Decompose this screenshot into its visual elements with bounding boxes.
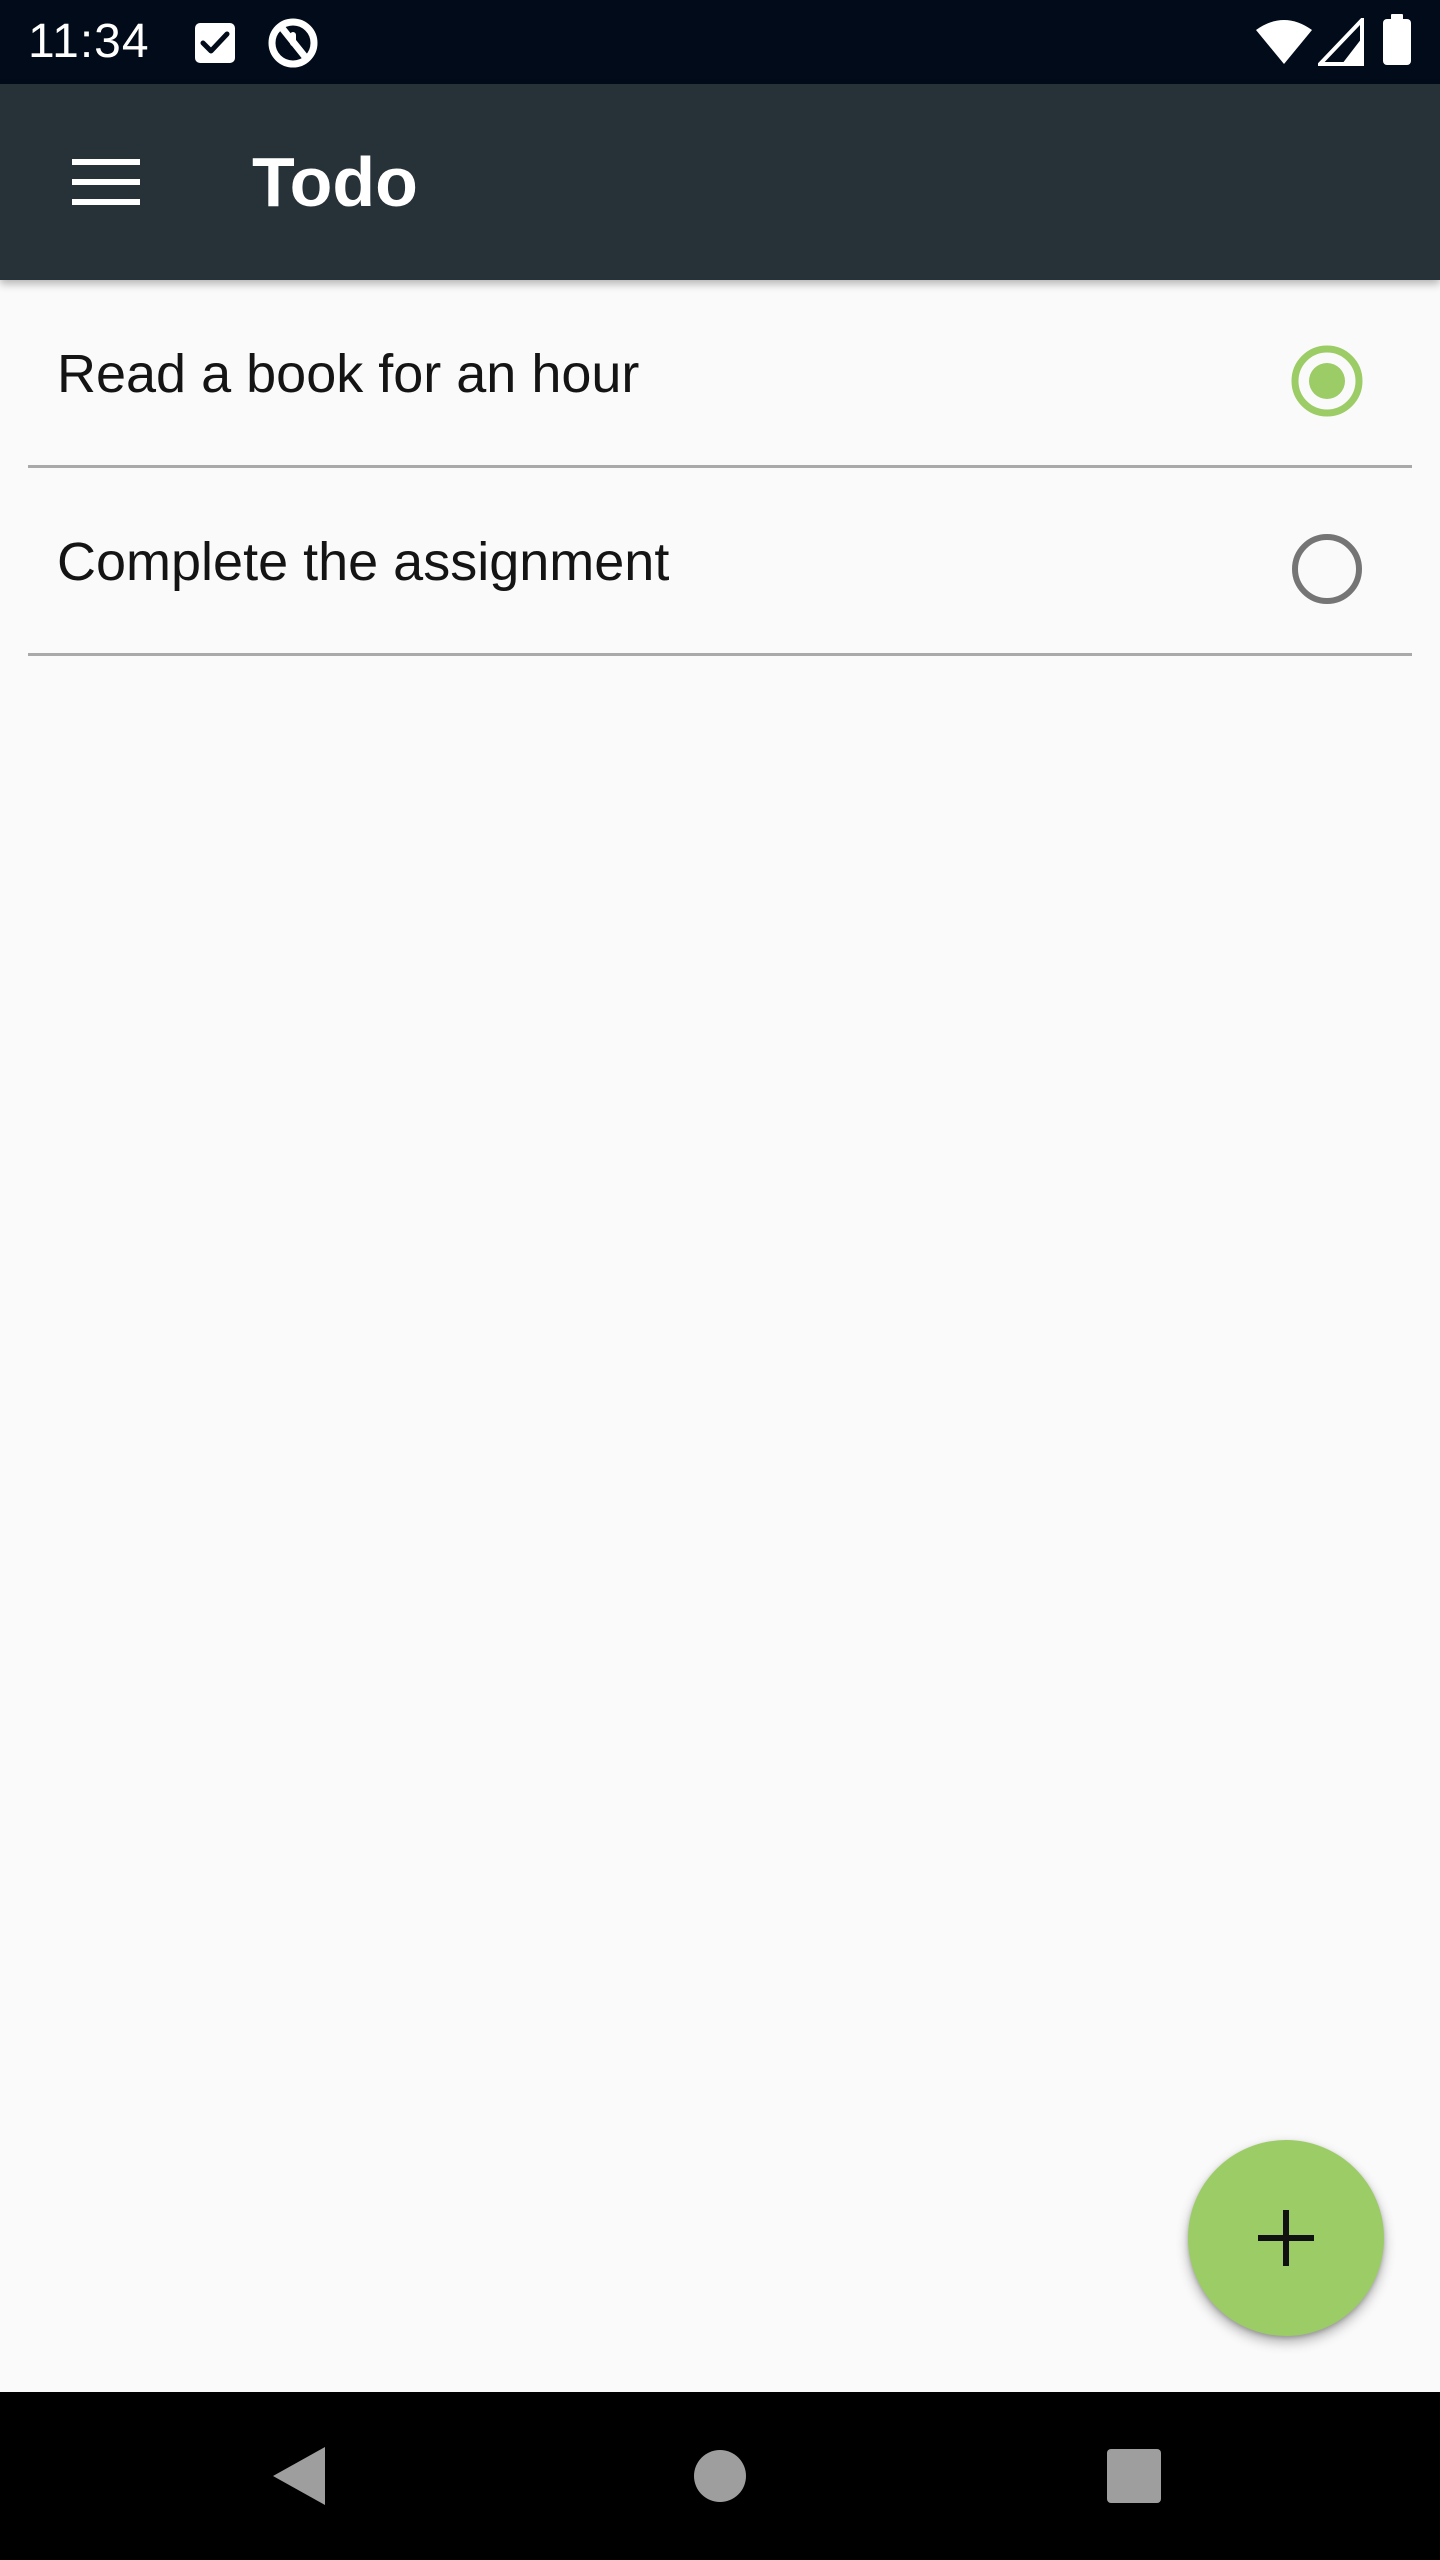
plus-icon xyxy=(1258,2210,1314,2266)
todo-list: Read a book for an hour Complete the ass… xyxy=(0,280,1440,656)
recents-icon xyxy=(1107,2449,1161,2503)
home-button[interactable] xyxy=(670,2426,770,2526)
battery-icon xyxy=(1383,14,1411,65)
status-time: 11:34 xyxy=(28,15,150,68)
back-button[interactable] xyxy=(250,2426,350,2526)
home-icon xyxy=(694,2450,746,2502)
data-saver-icon xyxy=(268,18,318,68)
list-item[interactable]: Read a book for an hour xyxy=(0,280,1440,468)
checkbox-notification-icon xyxy=(195,23,235,63)
add-todo-button[interactable] xyxy=(1188,2140,1384,2336)
radio-checked-icon xyxy=(1291,345,1363,417)
navigation-bar xyxy=(0,2392,1440,2560)
list-item[interactable]: Complete the assignment xyxy=(0,468,1440,656)
hamburger-menu-icon xyxy=(72,159,140,205)
radio-button-selected[interactable] xyxy=(1284,338,1370,424)
menu-button[interactable] xyxy=(48,124,164,240)
status-bar: 11:34 xyxy=(0,0,1440,84)
todo-text: Complete the assignment xyxy=(57,532,670,592)
radio-button-unselected[interactable] xyxy=(1284,526,1370,612)
app-bar: Todo xyxy=(0,84,1440,280)
todo-screen: 11:34 Todo Read a book for an hour Compl… xyxy=(0,0,1440,2560)
wifi-icon xyxy=(1256,20,1312,64)
recents-button[interactable] xyxy=(1084,2426,1184,2526)
radio-unchecked-icon xyxy=(1292,534,1362,604)
back-icon xyxy=(273,2447,325,2505)
todo-text: Read a book for an hour xyxy=(57,344,640,404)
signal-icon xyxy=(1318,18,1364,66)
page-title: Todo xyxy=(252,143,418,221)
